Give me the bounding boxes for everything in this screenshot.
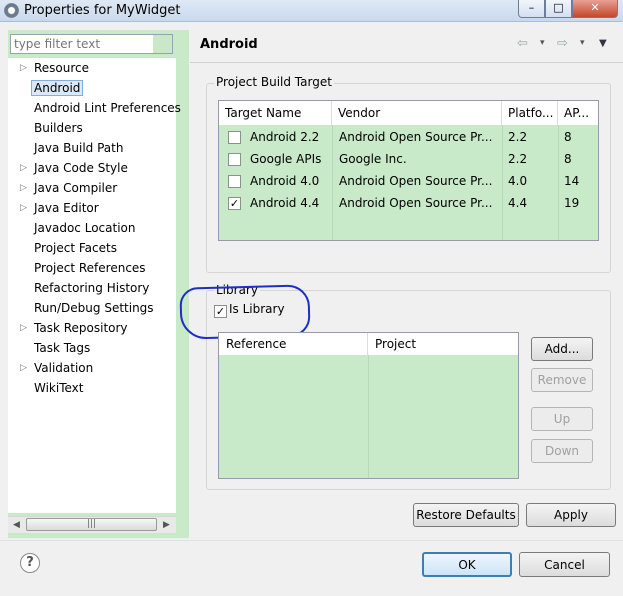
tree-item-label: WikiText [34, 381, 84, 395]
expand-arrow-icon[interactable]: ▷ [20, 358, 30, 378]
table-cell-platform: 2.2 [508, 130, 528, 144]
tree-item-label: Resource [34, 61, 90, 75]
filter-input[interactable] [10, 34, 173, 54]
help-icon[interactable]: ? [20, 553, 40, 573]
tree-item-label: Project References [34, 261, 146, 275]
table-cell-vendor: Android Open Source Pr... [339, 196, 493, 210]
table-cell-api: 8 [564, 130, 572, 144]
target-checkbox[interactable] [228, 131, 241, 144]
apply-button[interactable]: Apply [526, 503, 616, 527]
tree-item[interactable]: Project References [34, 258, 146, 278]
table-cell-vendor: Android Open Source Pr... [339, 130, 493, 144]
page-title: Android [200, 37, 258, 52]
target-checkbox[interactable]: ✓ [228, 197, 241, 210]
header-separator [190, 62, 623, 63]
back-dropdown-icon[interactable]: ▾ [540, 38, 545, 48]
tree-item-label: Refactoring History [34, 281, 150, 295]
expand-arrow-icon[interactable]: ▷ [20, 58, 30, 78]
target-checkbox[interactable] [228, 153, 241, 166]
tree-item-label: Task Tags [34, 341, 91, 355]
scroll-right-icon[interactable]: ▶ [158, 517, 175, 533]
restore-defaults-button[interactable]: Restore Defaults [413, 503, 519, 527]
tree-item-label: Run/Debug Settings [34, 301, 154, 315]
tree-item-label: Android Lint Preferences [34, 101, 181, 115]
table-cell-platform: 4.4 [508, 196, 528, 210]
tree-item-label: Task Repository [34, 321, 128, 335]
tree-item-label: Java Code Style [34, 161, 128, 175]
table-cell-name: Android 2.2 [250, 130, 320, 144]
table-cell-vendor: Google Inc. [339, 152, 407, 166]
table-cell-vendor: Android Open Source Pr... [339, 174, 493, 188]
tree-item-label: Javadoc Location [34, 221, 136, 235]
tree-item[interactable]: Javadoc Location [34, 218, 135, 238]
table-cell-name: Android 4.4 [250, 196, 320, 210]
forward-dropdown-icon[interactable]: ▾ [580, 38, 585, 48]
tree-item-label: Android [31, 80, 84, 96]
eclipse-app-icon [4, 3, 19, 18]
column-separator [368, 355, 369, 478]
tree-item[interactable]: Refactoring History [34, 278, 149, 298]
add-library-button[interactable]: Add... [531, 337, 593, 361]
column-header-platform[interactable]: Platfo... [502, 101, 558, 125]
tree-item[interactable]: ▷ Task Repository [20, 318, 128, 338]
table-cell-platform: 2.2 [508, 152, 528, 166]
expand-arrow-icon[interactable]: ▷ [20, 318, 30, 338]
tree-item[interactable]: Android [31, 78, 84, 98]
column-header-api[interactable]: AP... [558, 101, 598, 125]
tree-item[interactable]: ▷ Validation [20, 358, 94, 378]
tree-item[interactable]: WikiText [34, 378, 84, 398]
table-cell-api: 19 [564, 196, 580, 210]
back-arrow-icon[interactable]: ⇦ [517, 36, 528, 51]
tree-item-label: Builders [34, 121, 83, 135]
tree-item[interactable]: Builders [34, 118, 83, 138]
column-header-project[interactable]: Project [368, 333, 518, 355]
tree-item-label: Project Facets [34, 241, 117, 255]
remove-library-button[interactable]: Remove [531, 368, 593, 392]
table-cell-api: 8 [564, 152, 572, 166]
tree-item-label: Java Build Path [34, 141, 124, 155]
scroll-left-icon[interactable]: ◀ [8, 517, 25, 533]
cancel-button[interactable]: Cancel [519, 552, 610, 577]
scrollbar-thumb[interactable]: ||| [26, 518, 157, 531]
table-cell-api: 14 [564, 174, 580, 188]
forward-arrow-icon[interactable]: ⇨ [557, 36, 568, 51]
window-title: Properties for MyWidget [24, 3, 181, 18]
build-target-group-title: Project Build Target [214, 75, 334, 89]
view-menu-icon[interactable]: ▼ [599, 38, 607, 49]
column-header-vendor[interactable]: Vendor [332, 101, 502, 125]
move-up-button[interactable]: Up [531, 407, 593, 431]
tree-item[interactable]: Java Build Path [34, 138, 123, 158]
footer-separator [0, 540, 623, 541]
tree-item[interactable]: Android Lint Preferences [34, 98, 181, 118]
column-header-reference[interactable]: Reference [219, 333, 368, 355]
tree-item[interactable]: ▷ Resource [20, 58, 90, 78]
column-header-target-name[interactable]: Target Name [219, 101, 332, 125]
table-cell-platform: 4.0 [508, 174, 528, 188]
target-checkbox[interactable] [228, 175, 241, 188]
table-cell-name: Android 4.0 [250, 174, 320, 188]
expand-arrow-icon[interactable]: ▷ [20, 198, 30, 218]
tree-item-label: Java Compiler [34, 181, 118, 195]
tree-item[interactable]: ▷ Java Editor [20, 198, 99, 218]
ok-button[interactable]: OK [422, 552, 512, 577]
table-cell-name: Google APIs [250, 152, 322, 166]
tree-item[interactable]: Task Tags [34, 338, 90, 358]
close-button[interactable]: ✕ [572, 0, 618, 18]
tree-item[interactable]: Project Facets [34, 238, 117, 258]
maximize-button[interactable]: □ [545, 0, 572, 18]
expand-arrow-icon[interactable]: ▷ [20, 158, 30, 178]
filter-clear-icon[interactable] [153, 35, 172, 53]
tree-item[interactable]: ▷ Java Compiler [20, 178, 118, 198]
tree-item-label: Validation [34, 361, 94, 375]
tree-item[interactable]: ▷ Java Code Style [20, 158, 128, 178]
move-down-button[interactable]: Down [531, 439, 593, 463]
expand-arrow-icon[interactable]: ▷ [20, 178, 30, 198]
tree-item-label: Java Editor [34, 201, 99, 215]
minimize-button[interactable]: – [518, 0, 545, 18]
tree-item[interactable]: Run/Debug Settings [34, 298, 154, 318]
